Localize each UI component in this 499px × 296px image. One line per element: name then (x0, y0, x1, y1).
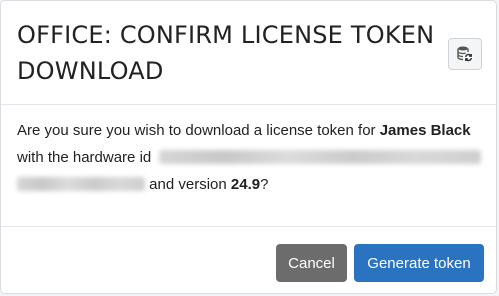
cancel-button[interactable]: Cancel (276, 244, 347, 282)
body-text-end: ? (260, 176, 269, 193)
user-name: James Black (379, 122, 471, 139)
hardware-id-redacted (159, 150, 482, 164)
body-text-hwid: with the hardware id (17, 149, 156, 166)
confirm-dialog: OFFICE: CONFIRM LICENSE TOKEN DOWNLOAD A… (0, 0, 497, 294)
database-refresh-icon (457, 46, 473, 62)
dialog-footer: Cancel Generate token (1, 226, 496, 293)
body-text-intro: Are you sure you wish to download a lice… (17, 122, 380, 139)
version-value: 24.9 (230, 176, 261, 193)
header-action-button[interactable] (448, 38, 482, 70)
body-text-version: and version (145, 176, 231, 193)
generate-token-button[interactable]: Generate token (354, 244, 484, 282)
dialog-body: Are you sure you wish to download a lice… (17, 117, 487, 198)
dialog-title: OFFICE: CONFIRM LICENSE TOKEN DOWNLOAD (17, 21, 435, 85)
hardware-id-redacted-cont (17, 177, 145, 191)
dialog-header: OFFICE: CONFIRM LICENSE TOKEN DOWNLOAD (1, 1, 496, 105)
